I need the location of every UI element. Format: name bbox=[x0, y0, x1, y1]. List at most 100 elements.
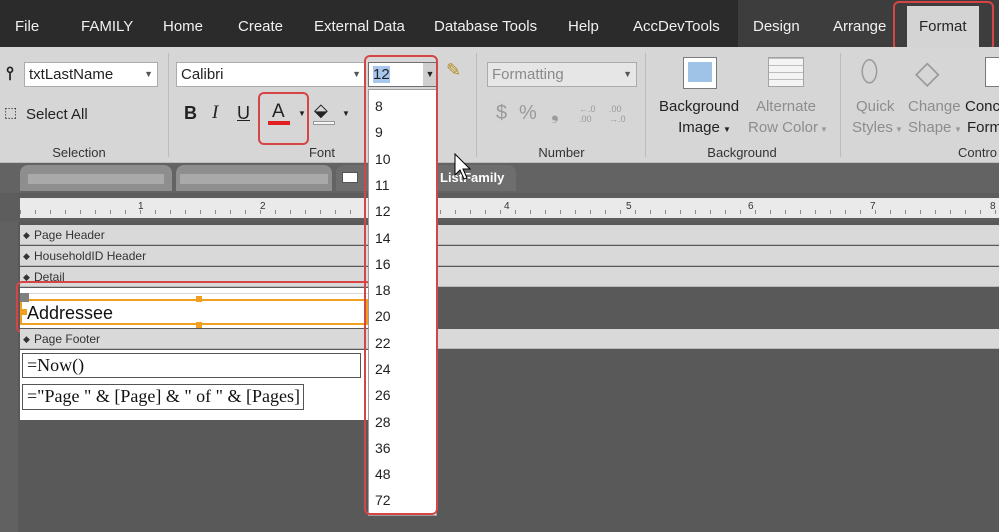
chevron-down-icon: ▼ bbox=[144, 69, 153, 79]
alternate-row-label-1[interactable]: Alternate bbox=[745, 98, 827, 115]
change-shape-label-1[interactable]: Change bbox=[908, 98, 961, 115]
quick-styles-label-2[interactable]: Styles bbox=[852, 119, 893, 136]
chevron-down-icon: ▼ bbox=[623, 69, 632, 79]
chevron-down-icon: ▼ bbox=[954, 125, 962, 134]
font-size-option[interactable]: 10 bbox=[375, 151, 391, 167]
tab-format[interactable]: Format bbox=[907, 6, 979, 47]
number-group-label: Number bbox=[538, 145, 585, 160]
document-tab-2[interactable] bbox=[176, 165, 332, 191]
section-householdid-header[interactable]: ◆ HouseholdID Header bbox=[20, 246, 999, 266]
resize-handle[interactable] bbox=[196, 296, 202, 302]
access-window: File FAMILY Home Create External Data Da… bbox=[0, 0, 999, 532]
percent-button[interactable]: % bbox=[519, 102, 537, 125]
page-number-textbox[interactable]: ="Page " & [Page] & " of " & [Pages] bbox=[22, 384, 304, 410]
font-color-button[interactable]: A bbox=[272, 101, 285, 123]
alternate-row-label-2[interactable]: Row Color bbox=[744, 119, 822, 136]
increase-decimals-button[interactable]: ←.0 .00 bbox=[579, 104, 603, 124]
section-label: Detail bbox=[34, 270, 65, 284]
tab-design[interactable]: Design bbox=[753, 0, 800, 47]
tab-family[interactable]: FAMILY bbox=[81, 0, 133, 47]
ribbon-tab-bar: File FAMILY Home Create External Data Da… bbox=[0, 0, 999, 47]
select-all-icon: ⬚ bbox=[4, 104, 18, 120]
font-size-option[interactable]: 26 bbox=[375, 387, 391, 403]
grid-line bbox=[20, 293, 368, 294]
alternate-row-color-icon bbox=[768, 57, 804, 87]
section-marker-icon: ◆ bbox=[23, 334, 30, 344]
change-shape-icon: ◇ bbox=[915, 54, 940, 90]
font-size-option[interactable]: 72 bbox=[375, 492, 391, 508]
document-tab-1[interactable] bbox=[20, 165, 172, 191]
group-divider bbox=[840, 53, 841, 157]
section-page-header[interactable]: ◆ Page Header bbox=[20, 225, 999, 245]
select-all-button[interactable]: Select All bbox=[26, 106, 88, 123]
font-size-option[interactable]: 16 bbox=[375, 256, 391, 272]
tab-external-data[interactable]: External Data bbox=[314, 0, 405, 47]
group-divider bbox=[645, 53, 646, 157]
addressee-textbox[interactable]: Addressee bbox=[20, 299, 368, 325]
resize-handle[interactable] bbox=[21, 309, 27, 315]
font-size-option[interactable]: 28 bbox=[375, 414, 391, 430]
font-size-option[interactable]: 24 bbox=[375, 361, 391, 377]
quick-styles-icon: ⬯ bbox=[860, 55, 879, 88]
format-combo[interactable]: Formatting ▼ bbox=[487, 62, 637, 87]
document-tab-label: ListFamily bbox=[440, 170, 505, 185]
font-size-option[interactable]: 18 bbox=[375, 282, 391, 298]
font-name-value: Calibri bbox=[181, 66, 224, 83]
tab-create[interactable]: Create bbox=[238, 0, 283, 47]
underline-button[interactable]: U bbox=[237, 103, 250, 124]
tab-help[interactable]: Help bbox=[568, 0, 599, 47]
chevron-down-icon: ▼ bbox=[820, 125, 828, 134]
font-size-option[interactable]: 8 bbox=[375, 98, 383, 114]
section-page-footer[interactable]: ◆ Page Footer bbox=[20, 329, 999, 349]
ruler-ticks bbox=[20, 210, 999, 214]
currency-button[interactable]: $ bbox=[496, 102, 507, 125]
font-size-option[interactable]: 12 bbox=[375, 203, 391, 219]
comma-button[interactable]: ❟ bbox=[551, 102, 559, 125]
chevron-down-icon[interactable]: ▼ bbox=[298, 109, 306, 118]
tab-database-tools[interactable]: Database Tools bbox=[434, 0, 537, 47]
section-detail[interactable]: ◆ Detail bbox=[20, 267, 999, 287]
decrease-decimals-button[interactable]: .00 →.0 bbox=[609, 104, 633, 124]
fill-color-icon[interactable]: ⬙ bbox=[314, 100, 328, 121]
format-painter-icon[interactable]: ✎ bbox=[446, 60, 461, 81]
section-marker-icon: ◆ bbox=[23, 251, 30, 261]
document-tab-title bbox=[180, 174, 328, 184]
italic-button[interactable]: I bbox=[212, 102, 218, 124]
move-handle[interactable] bbox=[20, 293, 29, 302]
change-shape-label-2[interactable]: Shape bbox=[908, 119, 951, 136]
font-size-value: 12 bbox=[373, 66, 390, 83]
font-size-option[interactable]: 14 bbox=[375, 230, 391, 246]
tab-accdevtools[interactable]: AccDevTools bbox=[633, 0, 720, 47]
property-selector-icon: ⫯ bbox=[6, 63, 14, 83]
group-divider bbox=[476, 53, 477, 157]
conditional-formatting-label-1[interactable]: Conc bbox=[965, 98, 999, 115]
font-size-option[interactable]: 22 bbox=[375, 335, 391, 351]
control-formatting-group-label: Contro bbox=[958, 145, 998, 160]
tab-home[interactable]: Home bbox=[163, 0, 203, 47]
chevron-down-icon[interactable]: ▼ bbox=[342, 109, 350, 118]
background-image-icon bbox=[683, 57, 717, 89]
horizontal-ruler: 1 2 3 4 5 6 7 8 bbox=[20, 198, 999, 218]
font-size-option[interactable]: 36 bbox=[375, 440, 391, 456]
object-selector-combo[interactable]: txtLastName ▼ bbox=[24, 62, 158, 87]
format-value: Formatting bbox=[492, 66, 564, 83]
font-size-dropdown-list: 8 9 10 11 12 14 16 18 20 22 24 26 28 36 … bbox=[368, 89, 437, 516]
font-size-option[interactable]: 48 bbox=[375, 466, 391, 482]
background-image-label-1[interactable]: Background bbox=[659, 98, 739, 115]
tab-arrange[interactable]: Arrange bbox=[833, 0, 886, 47]
quick-styles-label-1[interactable]: Quick bbox=[856, 98, 894, 115]
font-size-combo[interactable]: 12 ▼ bbox=[368, 62, 438, 87]
section-marker-icon: ◆ bbox=[23, 230, 30, 240]
now-textbox[interactable]: =Now() bbox=[22, 353, 361, 378]
bold-button[interactable]: B bbox=[184, 103, 197, 124]
font-size-option[interactable]: 9 bbox=[375, 124, 383, 140]
document-tab-strip: ListFamily bbox=[0, 163, 999, 193]
tab-file[interactable]: File bbox=[15, 0, 39, 47]
font-color-swatch bbox=[268, 121, 290, 125]
section-label: Page Footer bbox=[34, 332, 101, 346]
conditional-formatting-label-2[interactable]: Form bbox=[967, 119, 999, 136]
font-size-option[interactable]: 20 bbox=[375, 308, 391, 324]
font-size-option[interactable]: 11 bbox=[375, 177, 390, 193]
font-name-combo[interactable]: Calibri ▼ bbox=[176, 62, 366, 87]
resize-handle[interactable] bbox=[196, 322, 202, 328]
